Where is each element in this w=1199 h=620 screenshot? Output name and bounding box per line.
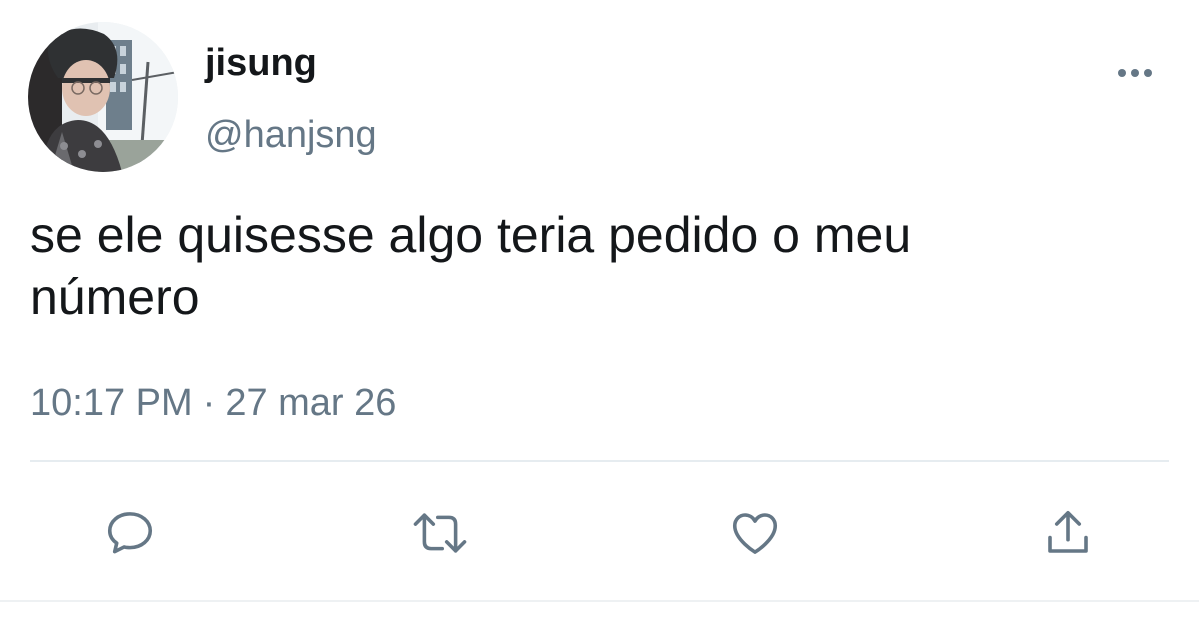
heart-icon bbox=[732, 513, 778, 554]
speech-bubble-icon bbox=[107, 512, 153, 554]
reply-button[interactable] bbox=[100, 503, 160, 563]
retweet-button[interactable] bbox=[410, 503, 470, 563]
tweet-time: 10:17 PM bbox=[30, 382, 193, 424]
tweet-date: 27 mar 26 bbox=[225, 382, 397, 424]
share-upload-icon bbox=[1048, 510, 1088, 553]
avatar[interactable] bbox=[28, 22, 178, 172]
tweet-text-line-1: se ele quisesse algo teria pedido o meu bbox=[30, 207, 912, 263]
tweet-text: se ele quisesse algo teria pedido o meu n… bbox=[30, 204, 1150, 328]
tweet-timestamp[interactable]: 10:17 PM · 27 mar 26 bbox=[30, 378, 396, 428]
retweet-arrows-icon bbox=[413, 513, 467, 553]
tweet-text-line-2: número bbox=[30, 269, 200, 325]
bottom-divider bbox=[0, 600, 1199, 602]
more-options-button[interactable] bbox=[1110, 58, 1160, 88]
user-handle[interactable]: @hanjsng bbox=[205, 110, 377, 160]
meta-separator: · bbox=[202, 382, 216, 424]
actions-divider bbox=[30, 460, 1169, 462]
profile-photo-icon bbox=[28, 22, 178, 172]
ellipsis-icon bbox=[1118, 69, 1152, 77]
share-button[interactable] bbox=[1038, 503, 1098, 563]
tweet-card: jisung @hanjsng se ele quisesse algo ter… bbox=[0, 0, 1199, 620]
display-name[interactable]: jisung bbox=[205, 38, 317, 88]
like-button[interactable] bbox=[725, 503, 785, 563]
